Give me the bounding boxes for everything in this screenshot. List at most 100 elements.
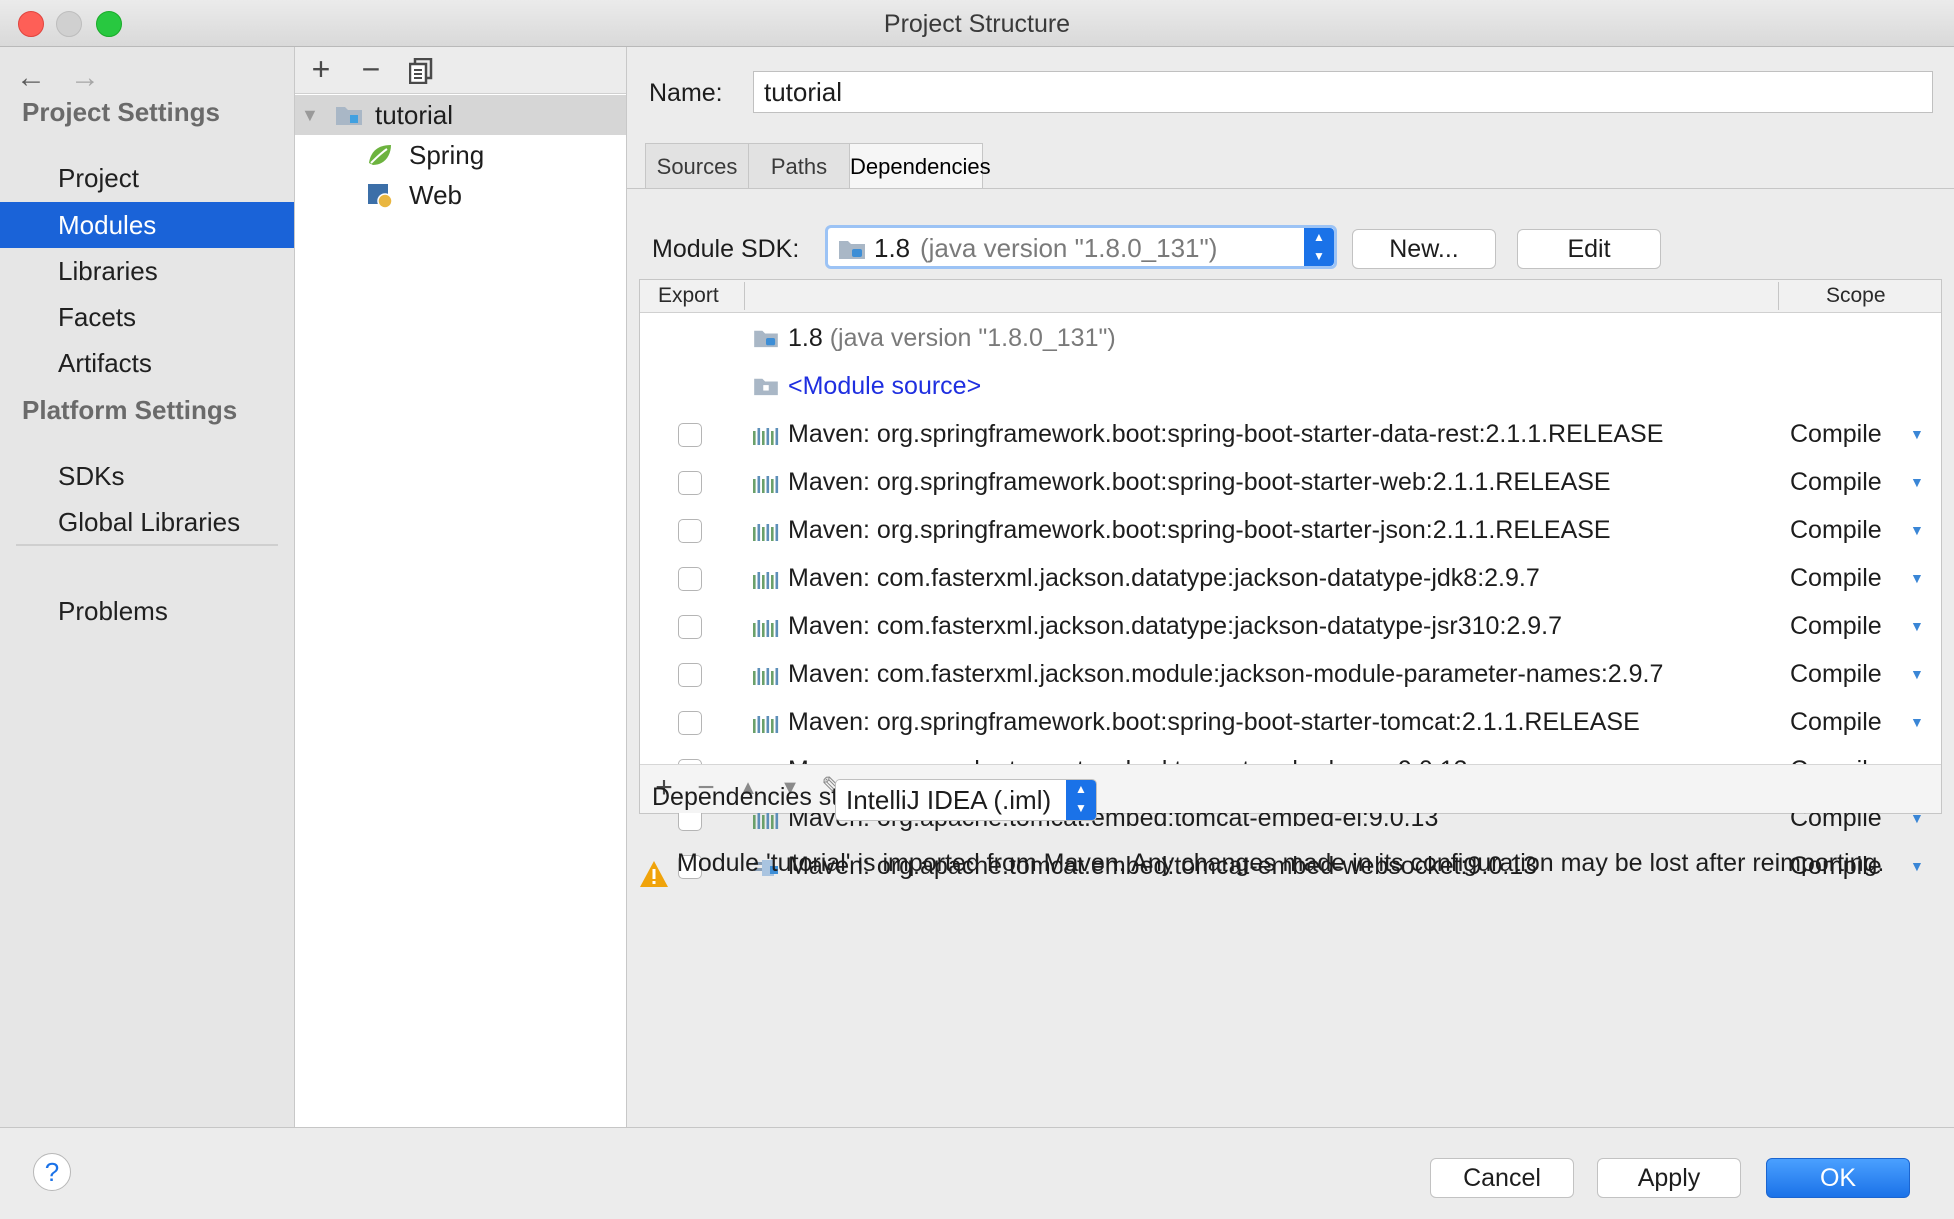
sidebar-item-problems[interactable]: Problems [0, 588, 294, 634]
tree-node-label: Spring [409, 140, 485, 170]
remove-icon[interactable]: − [353, 51, 389, 88]
dependency-scope[interactable]: Compile [1790, 698, 1882, 746]
new-sdk-button[interactable]: New... [1352, 229, 1496, 269]
settings-sidebar: ← → Project Settings Project Modules Lib… [0, 47, 295, 1127]
tab-divider [627, 188, 1954, 189]
scope-dropdown-icon[interactable]: ▼ [1910, 602, 1924, 650]
chevron-updown-icon[interactable]: ▲ ▼ [1304, 228, 1334, 266]
tree-node-web[interactable]: Web [295, 175, 626, 215]
export-checkbox[interactable] [678, 567, 702, 591]
table-row[interactable]: Maven: org.springframework.boot:spring-b… [640, 506, 1941, 554]
dependency-scope[interactable]: Compile [1790, 554, 1882, 602]
tree-node-label: Web [409, 180, 462, 210]
dependencies-table-header: Export Scope [640, 280, 1941, 313]
dependency-scope[interactable]: Compile [1790, 650, 1882, 698]
tree-node-label: tutorial [375, 100, 454, 130]
dependency-scope[interactable]: Compile [1790, 410, 1882, 458]
scope-dropdown-icon[interactable]: ▼ [1910, 554, 1924, 602]
sdk-version-detail: (java version "1.8.0_131") [920, 233, 1218, 263]
back-arrow-icon[interactable]: ← [16, 61, 46, 95]
warning-icon [640, 861, 668, 887]
sidebar-item-libraries[interactable]: Libraries [0, 248, 294, 294]
tab-sources[interactable]: Sources [645, 143, 749, 189]
dependency-name: Maven: com.fasterxml.jackson.datatype:ja… [788, 564, 1540, 592]
forward-arrow-icon[interactable]: → [70, 61, 100, 95]
dependency-name: Maven: org.springframework.boot:spring-b… [788, 468, 1611, 496]
project-structure-window: Project Structure ← → Project Settings P… [0, 0, 1954, 1219]
edit-sdk-button[interactable]: Edit [1517, 229, 1661, 269]
dependency-scope[interactable]: Compile [1790, 458, 1882, 506]
jdk-version-detail: (java version "1.8.0_131") [829, 324, 1116, 352]
web-facet-icon [368, 184, 393, 209]
tree-node-spring[interactable]: Spring [295, 135, 626, 175]
maven-library-icon [753, 572, 779, 589]
sidebar-item-facets[interactable]: Facets [0, 294, 294, 340]
module-name-field[interactable]: tutorial [753, 71, 1933, 113]
dependency-scope[interactable]: Compile [1790, 506, 1882, 554]
sdk-version: 1.8 [874, 233, 911, 263]
copy-icon[interactable] [403, 55, 439, 92]
export-checkbox[interactable] [678, 663, 702, 687]
export-column-header[interactable]: Export [658, 284, 719, 308]
name-label: Name: [649, 79, 723, 107]
apply-button[interactable]: Apply [1597, 1158, 1741, 1198]
dependency-name: Maven: org.springframework.boot:spring-b… [788, 708, 1640, 736]
scope-dropdown-icon[interactable]: ▼ [1910, 458, 1924, 506]
dialog-footer: ? Cancel Apply OK [0, 1127, 1954, 1219]
table-row[interactable]: Maven: org.springframework.boot:spring-b… [640, 410, 1941, 458]
table-row[interactable]: Maven: org.springframework.boot:spring-b… [640, 458, 1941, 506]
tab-paths[interactable]: Paths [748, 143, 850, 189]
maven-library-icon [753, 476, 779, 493]
table-row[interactable]: Maven: com.fasterxml.jackson.datatype:ja… [640, 602, 1941, 650]
ok-button[interactable]: OK [1766, 1158, 1910, 1198]
column-divider [1778, 282, 1779, 310]
module-source-row[interactable]: <Module source> [640, 362, 1941, 410]
sidebar-item-project[interactable]: Project [0, 155, 294, 201]
tab-dependencies[interactable]: Dependencies [849, 143, 991, 189]
table-row[interactable]: Maven: com.fasterxml.jackson.module:jack… [640, 650, 1941, 698]
scope-column-header[interactable]: Scope [1826, 284, 1886, 308]
cancel-button[interactable]: Cancel [1430, 1158, 1574, 1198]
export-checkbox[interactable] [678, 615, 702, 639]
export-checkbox[interactable] [678, 471, 702, 495]
chevron-updown-icon[interactable]: ▲ ▼ [1066, 780, 1096, 820]
help-button[interactable]: ? [33, 1153, 71, 1191]
sidebar-item-global-libraries[interactable]: Global Libraries [0, 499, 294, 545]
tree-node-tutorial[interactable]: ▼ tutorial [295, 95, 626, 135]
sidebar-item-sdks[interactable]: SDKs [0, 453, 294, 499]
scope-dropdown-icon[interactable]: ▼ [1910, 698, 1924, 746]
module-sdk-dropdown[interactable]: 1.8 (java version "1.8.0_131") ▲ ▼ [825, 225, 1337, 269]
dependency-name: Maven: com.fasterxml.jackson.datatype:ja… [788, 612, 1562, 640]
dependency-scope[interactable]: Compile [1790, 602, 1882, 650]
source-folder-icon [754, 378, 778, 396]
column-divider [744, 282, 745, 310]
maven-library-icon [753, 620, 779, 637]
maven-library-icon [753, 812, 779, 829]
module-tree-toolbar: + − [295, 47, 626, 94]
jdk-dependency-row[interactable]: 1.8 (java version "1.8.0_131") [640, 314, 1941, 362]
table-row[interactable]: Maven: org.springframework.boot:spring-b… [640, 698, 1941, 746]
export-checkbox[interactable] [678, 423, 702, 447]
sidebar-item-artifacts[interactable]: Artifacts [0, 340, 294, 386]
add-icon[interactable]: + [303, 51, 339, 88]
export-checkbox[interactable] [678, 519, 702, 543]
maven-import-warning: Module 'tutorial' is imported from Maven… [677, 849, 1885, 877]
scope-dropdown-icon[interactable]: ▼ [1910, 506, 1924, 554]
project-settings-heading: Project Settings [22, 97, 220, 127]
window-title: Project Structure [883, 10, 1071, 38]
dependency-name: Maven: org.springframework.boot:spring-b… [788, 420, 1664, 448]
maven-library-icon [753, 716, 779, 733]
module-folder-icon [336, 107, 362, 125]
storage-format-dropdown[interactable]: IntelliJ IDEA (.iml) ▲ ▼ [835, 779, 1097, 821]
module-tree-panel: + − ▼ tutorial Spring Web [295, 47, 627, 1127]
sidebar-divider [16, 544, 278, 546]
expand-triangle-icon[interactable]: ▼ [301, 95, 319, 135]
sidebar-item-modules[interactable]: Modules [0, 202, 294, 248]
maven-library-icon [753, 428, 779, 445]
table-row[interactable]: Maven: com.fasterxml.jackson.datatype:ja… [640, 554, 1941, 602]
export-checkbox[interactable] [678, 711, 702, 735]
scope-dropdown-icon[interactable]: ▼ [1910, 410, 1924, 458]
scope-dropdown-icon[interactable]: ▼ [1910, 650, 1924, 698]
spring-leaf-icon [369, 145, 391, 165]
maven-library-icon [753, 668, 779, 685]
